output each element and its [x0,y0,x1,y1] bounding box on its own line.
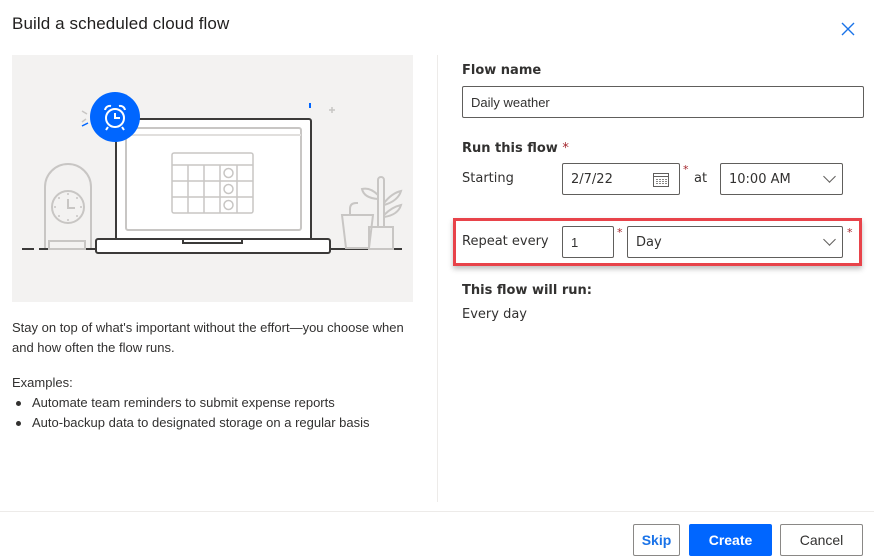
required-marker: * [683,163,689,176]
start-date-picker[interactable]: 2/7/22 [562,163,680,195]
plant-graphic [342,177,401,249]
examples-section: Examples: Automate team reminders to sub… [12,373,370,433]
desk-clock [45,164,91,249]
description-text: Stay on top of what's important without … [12,318,422,358]
summary-value: Every day [462,307,527,322]
examples-list: Automate team reminders to submit expens… [12,393,370,433]
footer-divider [0,511,874,512]
chevron-down-icon [823,170,836,183]
skip-button[interactable]: Skip [633,524,680,556]
run-this-flow-label: Run this flow * [462,141,569,156]
required-marker: * [562,141,569,156]
start-date-value: 2/7/22 [571,172,613,187]
example-item: Auto-backup data to designated storage o… [12,413,370,433]
run-label-text: Run this flow [462,141,558,156]
create-button[interactable]: Create [689,524,772,556]
laptop-illustration [12,55,413,302]
alarm-clock-icon [90,92,140,142]
examples-heading: Examples: [12,373,370,393]
flow-name-label: Flow name [462,63,541,78]
flow-name-field[interactable] [462,86,864,118]
start-time-dropdown[interactable]: 10:00 AM [720,163,843,195]
illustration-panel [12,55,413,302]
flow-name-input[interactable] [471,95,863,110]
repeat-unit-dropdown[interactable]: Day [627,226,843,258]
cancel-button[interactable]: Cancel [780,524,863,556]
example-item: Automate team reminders to submit expens… [12,393,370,413]
required-marker: * [617,226,623,239]
chevron-down-icon [823,233,836,246]
close-icon [838,19,858,39]
start-time-value: 10:00 AM [729,172,791,187]
required-marker: * [847,226,853,239]
repeat-interval-field[interactable] [562,226,614,258]
vertical-divider [437,55,438,502]
close-button[interactable] [838,19,858,39]
repeat-unit-value: Day [636,235,662,250]
description-paragraph: Stay on top of what's important without … [12,318,422,358]
summary-label: This flow will run: [462,283,592,298]
at-label: at [694,171,707,186]
calendar-icon[interactable] [653,172,669,187]
dialog-title: Build a scheduled cloud flow [12,14,229,34]
starting-label: Starting [462,171,514,186]
repeat-every-label: Repeat every [462,234,549,249]
repeat-interval-input[interactable] [571,235,613,250]
